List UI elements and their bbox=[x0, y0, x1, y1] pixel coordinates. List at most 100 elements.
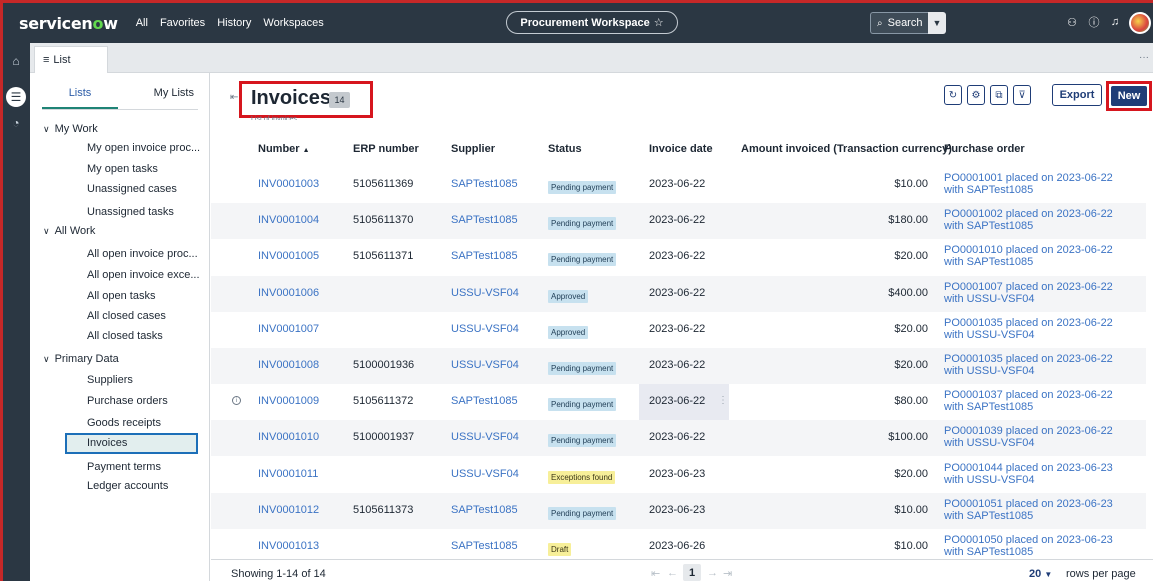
supplier-link[interactable]: USSU-VSF04 bbox=[451, 431, 519, 443]
export-button[interactable]: Export bbox=[1052, 84, 1102, 106]
settings-button[interactable]: ⚙ bbox=[967, 85, 985, 105]
tab-lists[interactable]: Lists bbox=[42, 83, 118, 109]
search-scope-dropdown[interactable]: ▼ bbox=[928, 12, 946, 34]
global-search[interactable]: ⌕ Search ▼ bbox=[870, 12, 946, 34]
sidebar-item-unassigned-tasks[interactable]: Unassigned tasks bbox=[87, 206, 217, 219]
table-row[interactable]: i ⋮ INV0001009 5105611372 SAPTest1085 Pending… bbox=[211, 384, 1146, 421]
invoice-number-link[interactable]: INV0001006 bbox=[258, 287, 319, 299]
invoice-number-link[interactable]: INV0001012 bbox=[258, 504, 319, 516]
table-row[interactable]: INV0001006 USSU-VSF04 Approved 2023-06-22 $4… bbox=[211, 275, 1146, 312]
column-header-number[interactable]: Number ▲ bbox=[258, 143, 310, 155]
supplier-link[interactable]: SAPTest1085 bbox=[451, 395, 518, 407]
rows-per-page-select[interactable]: 20 ▼ bbox=[1029, 568, 1052, 580]
invoice-number-link[interactable]: INV0001004 bbox=[258, 214, 319, 226]
dashboard-icon[interactable]: ◔ bbox=[6, 113, 26, 133]
next-page-icon[interactable]: → bbox=[707, 567, 718, 579]
sidebar-item-goods-receipts[interactable]: Goods receipts bbox=[87, 417, 217, 430]
invoice-number-link[interactable]: INV0001010 bbox=[258, 431, 319, 443]
nav-history[interactable]: History bbox=[217, 17, 251, 29]
new-button[interactable]: New bbox=[1111, 86, 1147, 106]
current-page[interactable]: 1 bbox=[683, 564, 701, 581]
invoice-number-link[interactable]: INV0001011 bbox=[258, 468, 318, 480]
invoice-number-link[interactable]: INV0001005 bbox=[258, 250, 319, 262]
purchase-order-link[interactable]: PO0001035 placed on 2023-06-22 with USSU… bbox=[944, 353, 1134, 377]
sidebar-item-all-closed-cases[interactable]: All closed cases bbox=[87, 310, 217, 323]
column-header-status[interactable]: Status bbox=[548, 143, 582, 155]
column-header-erp-number[interactable]: ERP number bbox=[353, 143, 419, 155]
purchase-order-link[interactable]: PO0001001 placed on 2023-06-22 with SAPT… bbox=[944, 172, 1134, 196]
tab-my-lists[interactable]: My Lists bbox=[118, 83, 198, 109]
supplier-link[interactable]: SAPTest1085 bbox=[451, 540, 518, 552]
list-icon[interactable]: ☰ bbox=[6, 87, 26, 107]
sidebar-item-suppliers[interactable]: Suppliers bbox=[87, 374, 217, 387]
table-row[interactable]: INV0001010 5100001937 USSU-VSF04 Pending pa… bbox=[211, 420, 1146, 457]
sidebar-item-unassigned-cases[interactable]: Unassigned cases bbox=[87, 183, 217, 196]
table-row[interactable]: INV0001007 USSU-VSF04 Approved 2023-06-22 $2… bbox=[211, 312, 1146, 348]
table-row[interactable]: INV0001008 5100001936 USSU-VSF04 Pending pa… bbox=[211, 348, 1146, 384]
table-row[interactable]: INV0001012 5105611373 SAPTest1085 Pending p… bbox=[211, 492, 1146, 529]
column-header-invoice-date[interactable]: Invoice date bbox=[649, 143, 713, 155]
purchase-order-link[interactable]: PO0001051 placed on 2023-06-23 with SAPT… bbox=[944, 498, 1134, 522]
servicenow-logo[interactable]: servicenow bbox=[19, 14, 118, 33]
invoice-number-link[interactable]: INV0001008 bbox=[258, 359, 319, 371]
kebab-menu-icon[interactable]: ⋮ bbox=[718, 395, 728, 406]
sidebar-item-payment-terms[interactable]: Payment terms bbox=[87, 461, 217, 474]
column-header-amount-invoiced[interactable]: Amount invoiced (Transaction currency) bbox=[741, 143, 952, 155]
workspace-title-pill[interactable]: Procurement Workspace ☆ bbox=[506, 11, 678, 34]
previous-page-icon[interactable]: ← bbox=[667, 567, 678, 579]
group-primary-data[interactable]: ∨ Primary Data bbox=[43, 353, 119, 365]
search-field[interactable]: ⌕ Search bbox=[870, 12, 928, 34]
collapse-sidebar-icon[interactable]: ⇤ bbox=[230, 92, 238, 103]
notifications-bell-icon[interactable]: ♫ bbox=[1108, 15, 1122, 29]
supplier-link[interactable]: USSU-VSF04 bbox=[451, 287, 519, 299]
chat-icon[interactable]: ⚇ bbox=[1065, 15, 1079, 29]
column-header-supplier[interactable]: Supplier bbox=[451, 143, 495, 155]
purchase-order-link[interactable]: PO0001050 placed on 2023-06-23 with SAPT… bbox=[944, 534, 1134, 557]
sidebar-item-all-open-invoice-exce[interactable]: All open invoice exce... bbox=[87, 269, 217, 282]
purchase-order-link[interactable]: PO0001010 placed on 2023-06-22 with SAPT… bbox=[944, 244, 1134, 268]
table-row[interactable]: INV0001013 SAPTest1085 Draft 2023-06-26 $10.… bbox=[211, 529, 1146, 557]
sidebar-item-all-closed-tasks[interactable]: All closed tasks bbox=[87, 330, 217, 343]
nav-favorites[interactable]: Favorites bbox=[160, 17, 205, 29]
table-row[interactable]: INV0001005 5105611371 SAPTest1085 Pending p… bbox=[211, 239, 1146, 275]
supplier-link[interactable]: SAPTest1085 bbox=[451, 178, 518, 190]
purchase-order-link[interactable]: PO0001039 placed on 2023-06-22 with USSU… bbox=[944, 425, 1134, 449]
supplier-link[interactable]: USSU-VSF04 bbox=[451, 323, 519, 335]
supplier-link[interactable]: USSU-VSF04 bbox=[451, 468, 519, 480]
tab-list[interactable]: ≡ List bbox=[34, 46, 108, 73]
sidebar-item-my-open-invoice-proc[interactable]: My open invoice proc... bbox=[87, 142, 217, 155]
sidebar-item-all-open-invoice-proc[interactable]: All open invoice proc... bbox=[87, 248, 217, 261]
purchase-order-link[interactable]: PO0001037 placed on 2023-06-22 with SAPT… bbox=[944, 389, 1134, 413]
more-options-icon[interactable]: ··· bbox=[1139, 52, 1149, 63]
sidebar-item-ledger-accounts[interactable]: Ledger accounts bbox=[87, 480, 217, 493]
purchase-order-link[interactable]: PO0001044 placed on 2023-06-23 with USSU… bbox=[944, 462, 1134, 486]
filter-button[interactable]: ⊽ bbox=[1013, 85, 1031, 105]
nav-workspaces[interactable]: Workspaces bbox=[263, 17, 323, 29]
sidebar-item-invoices[interactable]: Invoices bbox=[65, 433, 198, 454]
open-new-window-button[interactable]: ⧉ bbox=[990, 85, 1008, 105]
purchase-order-link[interactable]: PO0001002 placed on 2023-06-22 with SAPT… bbox=[944, 208, 1134, 232]
info-icon[interactable]: i bbox=[232, 396, 241, 406]
sidebar-item-my-open-tasks[interactable]: My open tasks bbox=[87, 163, 217, 176]
table-row[interactable]: INV0001004 5105611370 SAPTest1085 Pending p… bbox=[211, 203, 1146, 240]
column-header-purchase-order[interactable]: Purchase order bbox=[944, 143, 1025, 155]
sidebar-item-all-open-tasks[interactable]: All open tasks bbox=[87, 290, 217, 303]
supplier-link[interactable]: SAPTest1085 bbox=[451, 250, 518, 262]
group-all-work[interactable]: ∨ All Work bbox=[43, 225, 95, 237]
invoice-number-link[interactable]: INV0001007 bbox=[258, 323, 319, 335]
supplier-link[interactable]: SAPTest1085 bbox=[451, 504, 518, 516]
table-row[interactable]: INV0001011 USSU-VSF04 Exceptions found 2023… bbox=[211, 457, 1146, 493]
refresh-button[interactable]: ↻ bbox=[944, 85, 962, 105]
first-page-icon[interactable]: ⇤ bbox=[651, 567, 660, 580]
home-icon[interactable]: ⌂ bbox=[6, 51, 26, 71]
group-my-work[interactable]: ∨ My Work bbox=[43, 123, 98, 135]
last-page-icon[interactable]: ⇥ bbox=[723, 567, 732, 580]
table-row[interactable]: INV0001003 5105611369 SAPTest1085 Pending p… bbox=[211, 167, 1146, 203]
invoice-number-link[interactable]: INV0001013 bbox=[258, 540, 319, 552]
sidebar-item-purchase-orders[interactable]: Purchase orders bbox=[87, 395, 217, 408]
help-icon[interactable]: ⓘ bbox=[1087, 15, 1101, 29]
invoice-number-link[interactable]: INV0001009 bbox=[258, 395, 319, 407]
purchase-order-link[interactable]: PO0001035 placed on 2023-06-22 with USSU… bbox=[944, 317, 1134, 341]
invoice-number-link[interactable]: INV0001003 bbox=[258, 178, 319, 190]
user-avatar[interactable] bbox=[1129, 12, 1151, 34]
